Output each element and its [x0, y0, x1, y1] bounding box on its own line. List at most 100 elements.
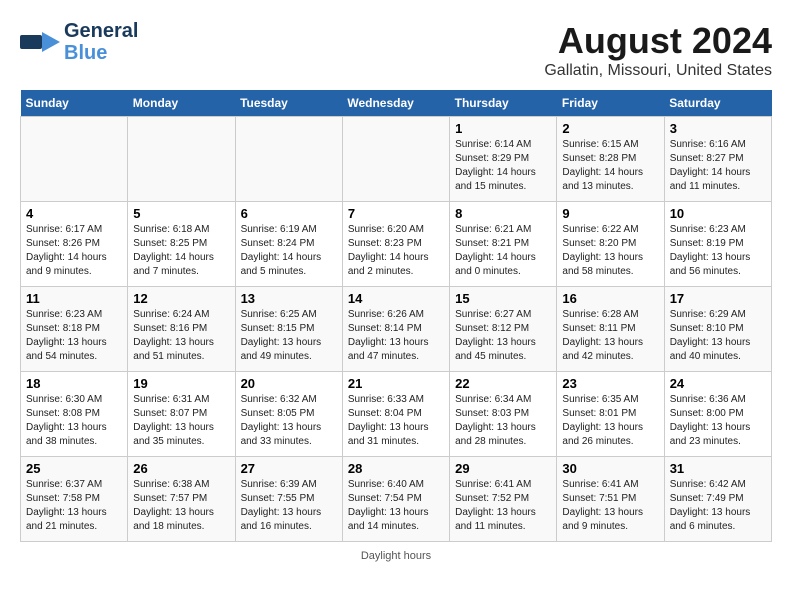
day-header-monday: Monday	[128, 90, 235, 117]
calendar-cell: 19 Sunrise: 6:31 AMSunset: 8:07 PMDayligh…	[128, 372, 235, 457]
date-number: 18	[26, 376, 122, 391]
calendar-cell	[128, 117, 235, 202]
cell-info: Sunrise: 6:23 AMSunset: 8:19 PMDaylight:…	[670, 223, 766, 279]
calendar-cell: 18 Sunrise: 6:30 AMSunset: 8:08 PMDayligh…	[21, 372, 128, 457]
calendar-cell: 16Sunrise: 6:28 AMSunset: 8:11 PMDayligh…	[557, 287, 664, 372]
date-number: 6	[241, 206, 337, 221]
calendar-cell: 24Sunrise: 6:36 AMSunset: 8:00 PMDayligh…	[664, 372, 771, 457]
calendar-cell: 29Sunrise: 6:41 AMSunset: 7:52 PMDayligh…	[450, 457, 557, 542]
calendar-cell: 4 Sunrise: 6:17 AMSunset: 8:26 PMDaylight…	[21, 202, 128, 287]
date-number: 8	[455, 206, 551, 221]
calendar-cell: 27Sunrise: 6:39 AMSunset: 7:55 PMDayligh…	[235, 457, 342, 542]
calendar-cell: 5Sunrise: 6:18 AMSunset: 8:25 PMDaylight…	[128, 202, 235, 287]
cell-info: Sunrise: 6:29 AMSunset: 8:10 PMDaylight:…	[670, 308, 766, 364]
date-number: 10	[670, 206, 766, 221]
date-number: 3	[670, 121, 766, 136]
calendar-cell: 1 Sunrise: 6:14 AMSunset: 8:29 PMDaylight…	[450, 117, 557, 202]
date-number: 25	[26, 461, 122, 476]
calendar-cell: 22 Sunrise: 6:34 AMSunset: 8:03 PMDayligh…	[450, 372, 557, 457]
calendar-cell: 21 Sunrise: 6:33 AMSunset: 8:04 PMDayligh…	[342, 372, 449, 457]
cell-info: Sunrise: 6:40 AMSunset: 7:54 PMDaylight:…	[348, 478, 444, 534]
day-header-thursday: Thursday	[450, 90, 557, 117]
cell-info: Sunrise: 6:35 AMSunset: 8:01 PMDaylight:…	[562, 393, 658, 449]
date-number: 14	[348, 291, 444, 306]
calendar-week-row: 11Sunrise: 6:23 AMSunset: 8:18 PMDayligh…	[21, 287, 772, 372]
calendar-cell	[235, 117, 342, 202]
cell-info: Sunrise: 6:31 AMSunset: 8:07 PMDaylight:…	[133, 393, 229, 449]
day-header-saturday: Saturday	[664, 90, 771, 117]
date-number: 26	[133, 461, 229, 476]
cell-info: Sunrise: 6:30 AMSunset: 8:08 PMDaylight:…	[26, 393, 122, 449]
date-number: 28	[348, 461, 444, 476]
date-number: 7	[348, 206, 444, 221]
cell-info: Sunrise: 6:19 AMSunset: 8:24 PMDaylight:…	[241, 223, 337, 279]
cell-info: Sunrise: 6:15 AMSunset: 8:28 PMDaylight:…	[562, 138, 658, 194]
cell-info: Sunrise: 6:16 AMSunset: 8:27 PMDaylight:…	[670, 138, 766, 194]
calendar-week-row: 25 Sunrise: 6:37 AMSunset: 7:58 PMDayligh…	[21, 457, 772, 542]
date-number: 15	[455, 291, 551, 306]
date-number: 4	[26, 206, 122, 221]
logo-graphic	[20, 27, 60, 57]
date-number: 1	[455, 121, 551, 136]
date-number: 24	[670, 376, 766, 391]
calendar-cell: 13 Sunrise: 6:25 AMSunset: 8:15 PMDayligh…	[235, 287, 342, 372]
calendar-cell: 17Sunrise: 6:29 AMSunset: 8:10 PMDayligh…	[664, 287, 771, 372]
date-number: 20	[241, 376, 337, 391]
calendar-cell: 2 Sunrise: 6:15 AMSunset: 8:28 PMDaylight…	[557, 117, 664, 202]
calendar-week-row: 18 Sunrise: 6:30 AMSunset: 8:08 PMDayligh…	[21, 372, 772, 457]
date-number: 12	[133, 291, 229, 306]
cell-info: Sunrise: 6:25 AMSunset: 8:15 PMDaylight:…	[241, 308, 337, 364]
cell-info: Sunrise: 6:32 AMSunset: 8:05 PMDaylight:…	[241, 393, 337, 449]
cell-info: Sunrise: 6:38 AMSunset: 7:57 PMDaylight:…	[133, 478, 229, 534]
cell-info: Sunrise: 6:21 AMSunset: 8:21 PMDaylight:…	[455, 223, 551, 279]
cell-info: Sunrise: 6:28 AMSunset: 8:11 PMDaylight:…	[562, 308, 658, 364]
date-number: 23	[562, 376, 658, 391]
logo-text-blue: Blue	[64, 42, 138, 64]
header: General Blue August 2024 Gallatin, Misso…	[20, 20, 772, 80]
date-number: 21	[348, 376, 444, 391]
calendar-cell	[21, 117, 128, 202]
title-block: August 2024 Gallatin, Missouri, United S…	[544, 20, 772, 80]
cell-info: Sunrise: 6:34 AMSunset: 8:03 PMDaylight:…	[455, 393, 551, 449]
cell-info: Sunrise: 6:41 AMSunset: 7:51 PMDaylight:…	[562, 478, 658, 534]
date-number: 30	[562, 461, 658, 476]
date-number: 9	[562, 206, 658, 221]
cell-info: Sunrise: 6:20 AMSunset: 8:23 PMDaylight:…	[348, 223, 444, 279]
cell-info: Sunrise: 6:37 AMSunset: 7:58 PMDaylight:…	[26, 478, 122, 534]
calendar-week-row: 4 Sunrise: 6:17 AMSunset: 8:26 PMDaylight…	[21, 202, 772, 287]
date-number: 11	[26, 291, 122, 306]
calendar-cell: 25 Sunrise: 6:37 AMSunset: 7:58 PMDayligh…	[21, 457, 128, 542]
cell-info: Sunrise: 6:33 AMSunset: 8:04 PMDaylight:…	[348, 393, 444, 449]
cell-info: Sunrise: 6:14 AMSunset: 8:29 PMDaylight:…	[455, 138, 551, 194]
cell-info: Sunrise: 6:39 AMSunset: 7:55 PMDaylight:…	[241, 478, 337, 534]
cell-info: Sunrise: 6:26 AMSunset: 8:14 PMDaylight:…	[348, 308, 444, 364]
date-number: 22	[455, 376, 551, 391]
day-header-sunday: Sunday	[21, 90, 128, 117]
calendar-cell: 3 Sunrise: 6:16 AMSunset: 8:27 PMDaylight…	[664, 117, 771, 202]
calendar-cell: 7 Sunrise: 6:20 AMSunset: 8:23 PMDaylight…	[342, 202, 449, 287]
cell-info: Sunrise: 6:24 AMSunset: 8:16 PMDaylight:…	[133, 308, 229, 364]
logo: General Blue	[20, 20, 138, 64]
cell-info: Sunrise: 6:17 AMSunset: 8:26 PMDaylight:…	[26, 223, 122, 279]
cell-info: Sunrise: 6:42 AMSunset: 7:49 PMDaylight:…	[670, 478, 766, 534]
day-header-tuesday: Tuesday	[235, 90, 342, 117]
calendar-cell	[342, 117, 449, 202]
calendar-cell: 14 Sunrise: 6:26 AMSunset: 8:14 PMDayligh…	[342, 287, 449, 372]
date-number: 13	[241, 291, 337, 306]
calendar-cell: 15Sunrise: 6:27 AMSunset: 8:12 PMDayligh…	[450, 287, 557, 372]
calendar-cell: 28 Sunrise: 6:40 AMSunset: 7:54 PMDayligh…	[342, 457, 449, 542]
calendar-cell: 6 Sunrise: 6:19 AMSunset: 8:24 PMDaylight…	[235, 202, 342, 287]
date-number: 2	[562, 121, 658, 136]
calendar-cell: 30 Sunrise: 6:41 AMSunset: 7:51 PMDayligh…	[557, 457, 664, 542]
calendar-cell: 10 Sunrise: 6:23 AMSunset: 8:19 PMDayligh…	[664, 202, 771, 287]
page-title: August 2024	[544, 20, 772, 62]
calendar-cell: 20 Sunrise: 6:32 AMSunset: 8:05 PMDayligh…	[235, 372, 342, 457]
calendar-cell: 9Sunrise: 6:22 AMSunset: 8:20 PMDaylight…	[557, 202, 664, 287]
date-number: 19	[133, 376, 229, 391]
cell-info: Sunrise: 6:18 AMSunset: 8:25 PMDaylight:…	[133, 223, 229, 279]
calendar-cell: 11Sunrise: 6:23 AMSunset: 8:18 PMDayligh…	[21, 287, 128, 372]
calendar-cell: 23 Sunrise: 6:35 AMSunset: 8:01 PMDayligh…	[557, 372, 664, 457]
calendar-cell: 8 Sunrise: 6:21 AMSunset: 8:21 PMDaylight…	[450, 202, 557, 287]
date-number: 31	[670, 461, 766, 476]
calendar-header-row: SundayMondayTuesdayWednesdayThursdayFrid…	[21, 90, 772, 117]
